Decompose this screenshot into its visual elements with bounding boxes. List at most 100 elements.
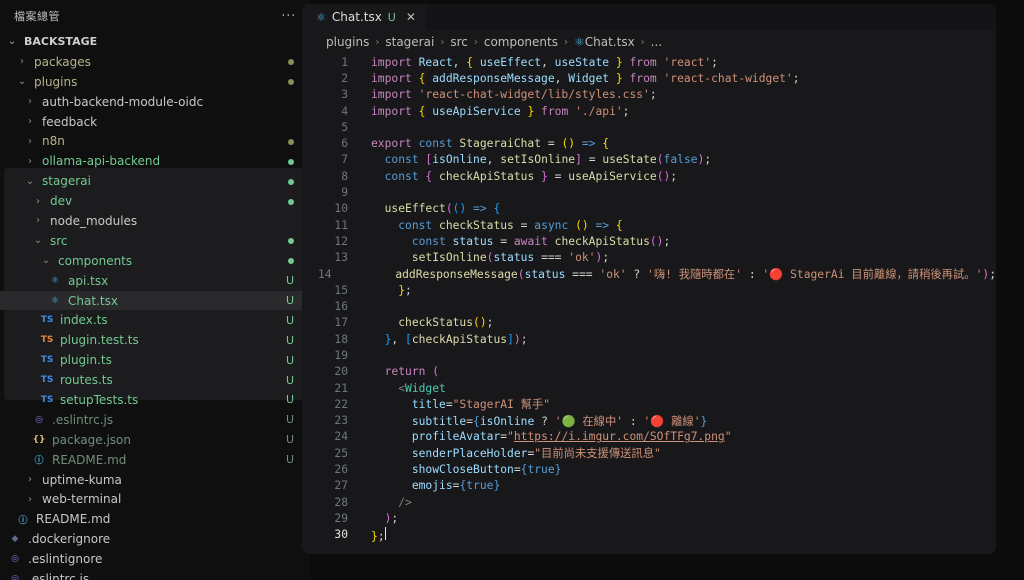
react-file-icon: ⚛: [50, 295, 60, 306]
code-line: 15 };: [302, 282, 996, 298]
line-number: 14: [317, 267, 332, 281]
tree-item-eslintrc-js[interactable]: ◎ .eslintrc.js U: [0, 410, 310, 430]
docker-file-icon: ◆: [11, 534, 19, 545]
tree-item-packages[interactable]: › packages: [0, 52, 310, 72]
tree-item-feedback[interactable]: › feedback: [0, 112, 310, 132]
breadcrumb-item[interactable]: Chat.tsx: [585, 35, 635, 49]
chevron-right-icon: ›: [473, 36, 478, 48]
tree-item-uptime-kuma[interactable]: › uptime-kuma: [0, 470, 310, 490]
line-number: 7: [341, 153, 348, 167]
tree-item-dev[interactable]: › dev: [0, 191, 310, 211]
code-text: };: [398, 283, 412, 297]
tree-item-readme-md[interactable]: ⓘ README.md: [0, 509, 310, 529]
git-status-dot: [288, 254, 294, 267]
tree-item-label: README.md: [52, 452, 127, 467]
tree-item-eslintrc-js[interactable]: ◎ .eslintrc.js: [0, 569, 310, 580]
line-number: 16: [334, 300, 348, 314]
code-text: import { addResponseMessage, Widget } fr…: [371, 71, 800, 85]
line-number: 26: [334, 463, 348, 477]
tree-item-label: Chat.tsx: [68, 293, 118, 308]
tree-item-readme-md[interactable]: ⓘ README.md U: [0, 450, 310, 470]
react-file-icon: ⚛: [316, 10, 326, 24]
tree-item-chat-tsx[interactable]: ⚛ Chat.tsx U: [0, 290, 310, 311]
code-line: 27 emojis={true}: [302, 478, 996, 494]
chevron-right-icon: ›: [20, 56, 24, 68]
eslint-file-icon: ◎: [35, 414, 43, 425]
breadcrumb-item[interactable]: components: [484, 35, 558, 49]
tree-item-api-tsx[interactable]: ⚛ api.tsx U: [0, 271, 310, 291]
line-number: 20: [334, 365, 348, 379]
line-number: 2: [341, 71, 348, 85]
code-line: 26 showCloseButton={true}: [302, 461, 996, 477]
git-status-badge: U: [285, 373, 294, 387]
close-icon[interactable]: ✕: [406, 10, 416, 24]
more-actions-icon[interactable]: ···: [281, 8, 296, 24]
editor-panel: ⚛ Chat.tsx U ✕ plugins › stagerai › src › comp…: [302, 4, 996, 554]
code-text: setIsOnline(status === 'ok');: [411, 251, 610, 265]
tree-item-label: plugin.ts: [60, 353, 112, 368]
code-editor[interactable]: 1 import React, { useEffect, useState } f…: [302, 54, 996, 543]
breadcrumb-item[interactable]: stagerai: [385, 35, 434, 49]
chevron-right-icon: ›: [36, 195, 40, 207]
git-status-badge: U: [285, 453, 294, 467]
chevron-right-icon: ›: [28, 116, 32, 127]
tree-item-index-ts[interactable]: TS index.ts U: [0, 310, 310, 330]
code-text: const checkStatus = async () => {: [398, 218, 623, 232]
code-text: import React, { useEffect, useState } fr…: [371, 55, 718, 69]
code-line: 14 addResponseMessage(status === 'ok' ? …: [302, 266, 996, 282]
tab-chat-tsx[interactable]: ⚛ Chat.tsx U ✕: [302, 4, 426, 30]
tree-item-label: uptime-kuma: [42, 472, 122, 487]
breadcrumb: plugins › stagerai › src › components › ⚛ Chat.t…: [302, 30, 996, 54]
tree-item-routes-ts[interactable]: TS routes.ts U: [0, 370, 310, 390]
chevron-down-icon: ⌄: [25, 175, 35, 187]
git-status-badge: U: [285, 353, 294, 367]
tree-item-ollama-api-backend[interactable]: › ollama-api-backend: [0, 151, 310, 171]
tree-item-plugin-test-ts[interactable]: TS plugin.test.ts U: [0, 330, 310, 350]
tree-item-package-json[interactable]: {} package.json U: [0, 430, 310, 450]
breadcrumb-item[interactable]: src: [450, 35, 468, 49]
code-text: return (: [384, 365, 440, 379]
code-line: 4 import { useApiService } from './api';: [302, 103, 996, 119]
tree-item-label: components: [58, 253, 133, 268]
root-folder[interactable]: ⌄ BACKSTAGE: [0, 32, 310, 52]
chevron-right-icon: ›: [28, 155, 32, 167]
code-line: 1 import React, { useEffect, useState } f…: [302, 54, 996, 70]
tree-item-plugin-ts[interactable]: TS plugin.ts U: [0, 350, 310, 370]
tree-item-components[interactable]: ⌄ components: [0, 251, 310, 271]
tree-item-dockerignore[interactable]: ◆ .dockerignore: [0, 529, 310, 549]
tree-item-stagerai[interactable]: ⌄ stagerai: [0, 171, 310, 191]
code-text: }, [checkApiStatus]);: [384, 332, 528, 346]
chevron-right-icon: ›: [28, 493, 32, 505]
tree-item-node-modules[interactable]: › node_modules: [0, 211, 310, 231]
code-line: 30};: [302, 526, 996, 543]
typescript-test-file-icon: TS: [40, 335, 54, 346]
code-text: emojis={true}: [411, 479, 501, 493]
breadcrumb-item[interactable]: ...: [651, 35, 662, 49]
tree-item-web-terminal[interactable]: › web-terminal: [0, 489, 310, 509]
breadcrumb-item[interactable]: plugins: [326, 35, 369, 49]
git-status-badge: U: [285, 393, 294, 407]
line-number: 18: [334, 332, 348, 346]
git-status-dot: [288, 55, 294, 68]
tree-item-label: plugins: [34, 74, 78, 89]
line-number: 21: [334, 381, 348, 395]
tree-item-label: auth-backend-module-oidc: [42, 94, 204, 109]
tree-item-plugins[interactable]: ⌄ plugins: [0, 72, 310, 92]
tree-item-n8n[interactable]: › n8n: [0, 131, 310, 151]
git-status-dot: [288, 234, 294, 247]
code-line: 28 />: [302, 494, 996, 510]
chevron-down-icon: ⌄: [33, 235, 43, 247]
tree-item-eslintignore[interactable]: ◎ .eslintignore: [0, 549, 310, 569]
tree-item-label: index.ts: [60, 313, 108, 328]
code-text: <Widget: [398, 381, 446, 395]
tree-item-setuptests-ts[interactable]: TS setupTests.ts U: [0, 390, 310, 410]
line-number: 8: [341, 169, 348, 183]
chevron-right-icon: ›: [28, 96, 32, 108]
eslint-file-icon: ◎: [11, 573, 19, 580]
git-status-dot: [288, 195, 294, 208]
tree-item-src[interactable]: ⌄ src: [0, 231, 310, 251]
chevron-right-icon: ›: [640, 36, 645, 48]
code-line: 6 export const StageraiChat = () => {: [302, 135, 996, 151]
tree-item-auth-backend-module-oidc[interactable]: › auth-backend-module-oidc: [0, 92, 310, 112]
code-line: 19: [302, 347, 996, 363]
